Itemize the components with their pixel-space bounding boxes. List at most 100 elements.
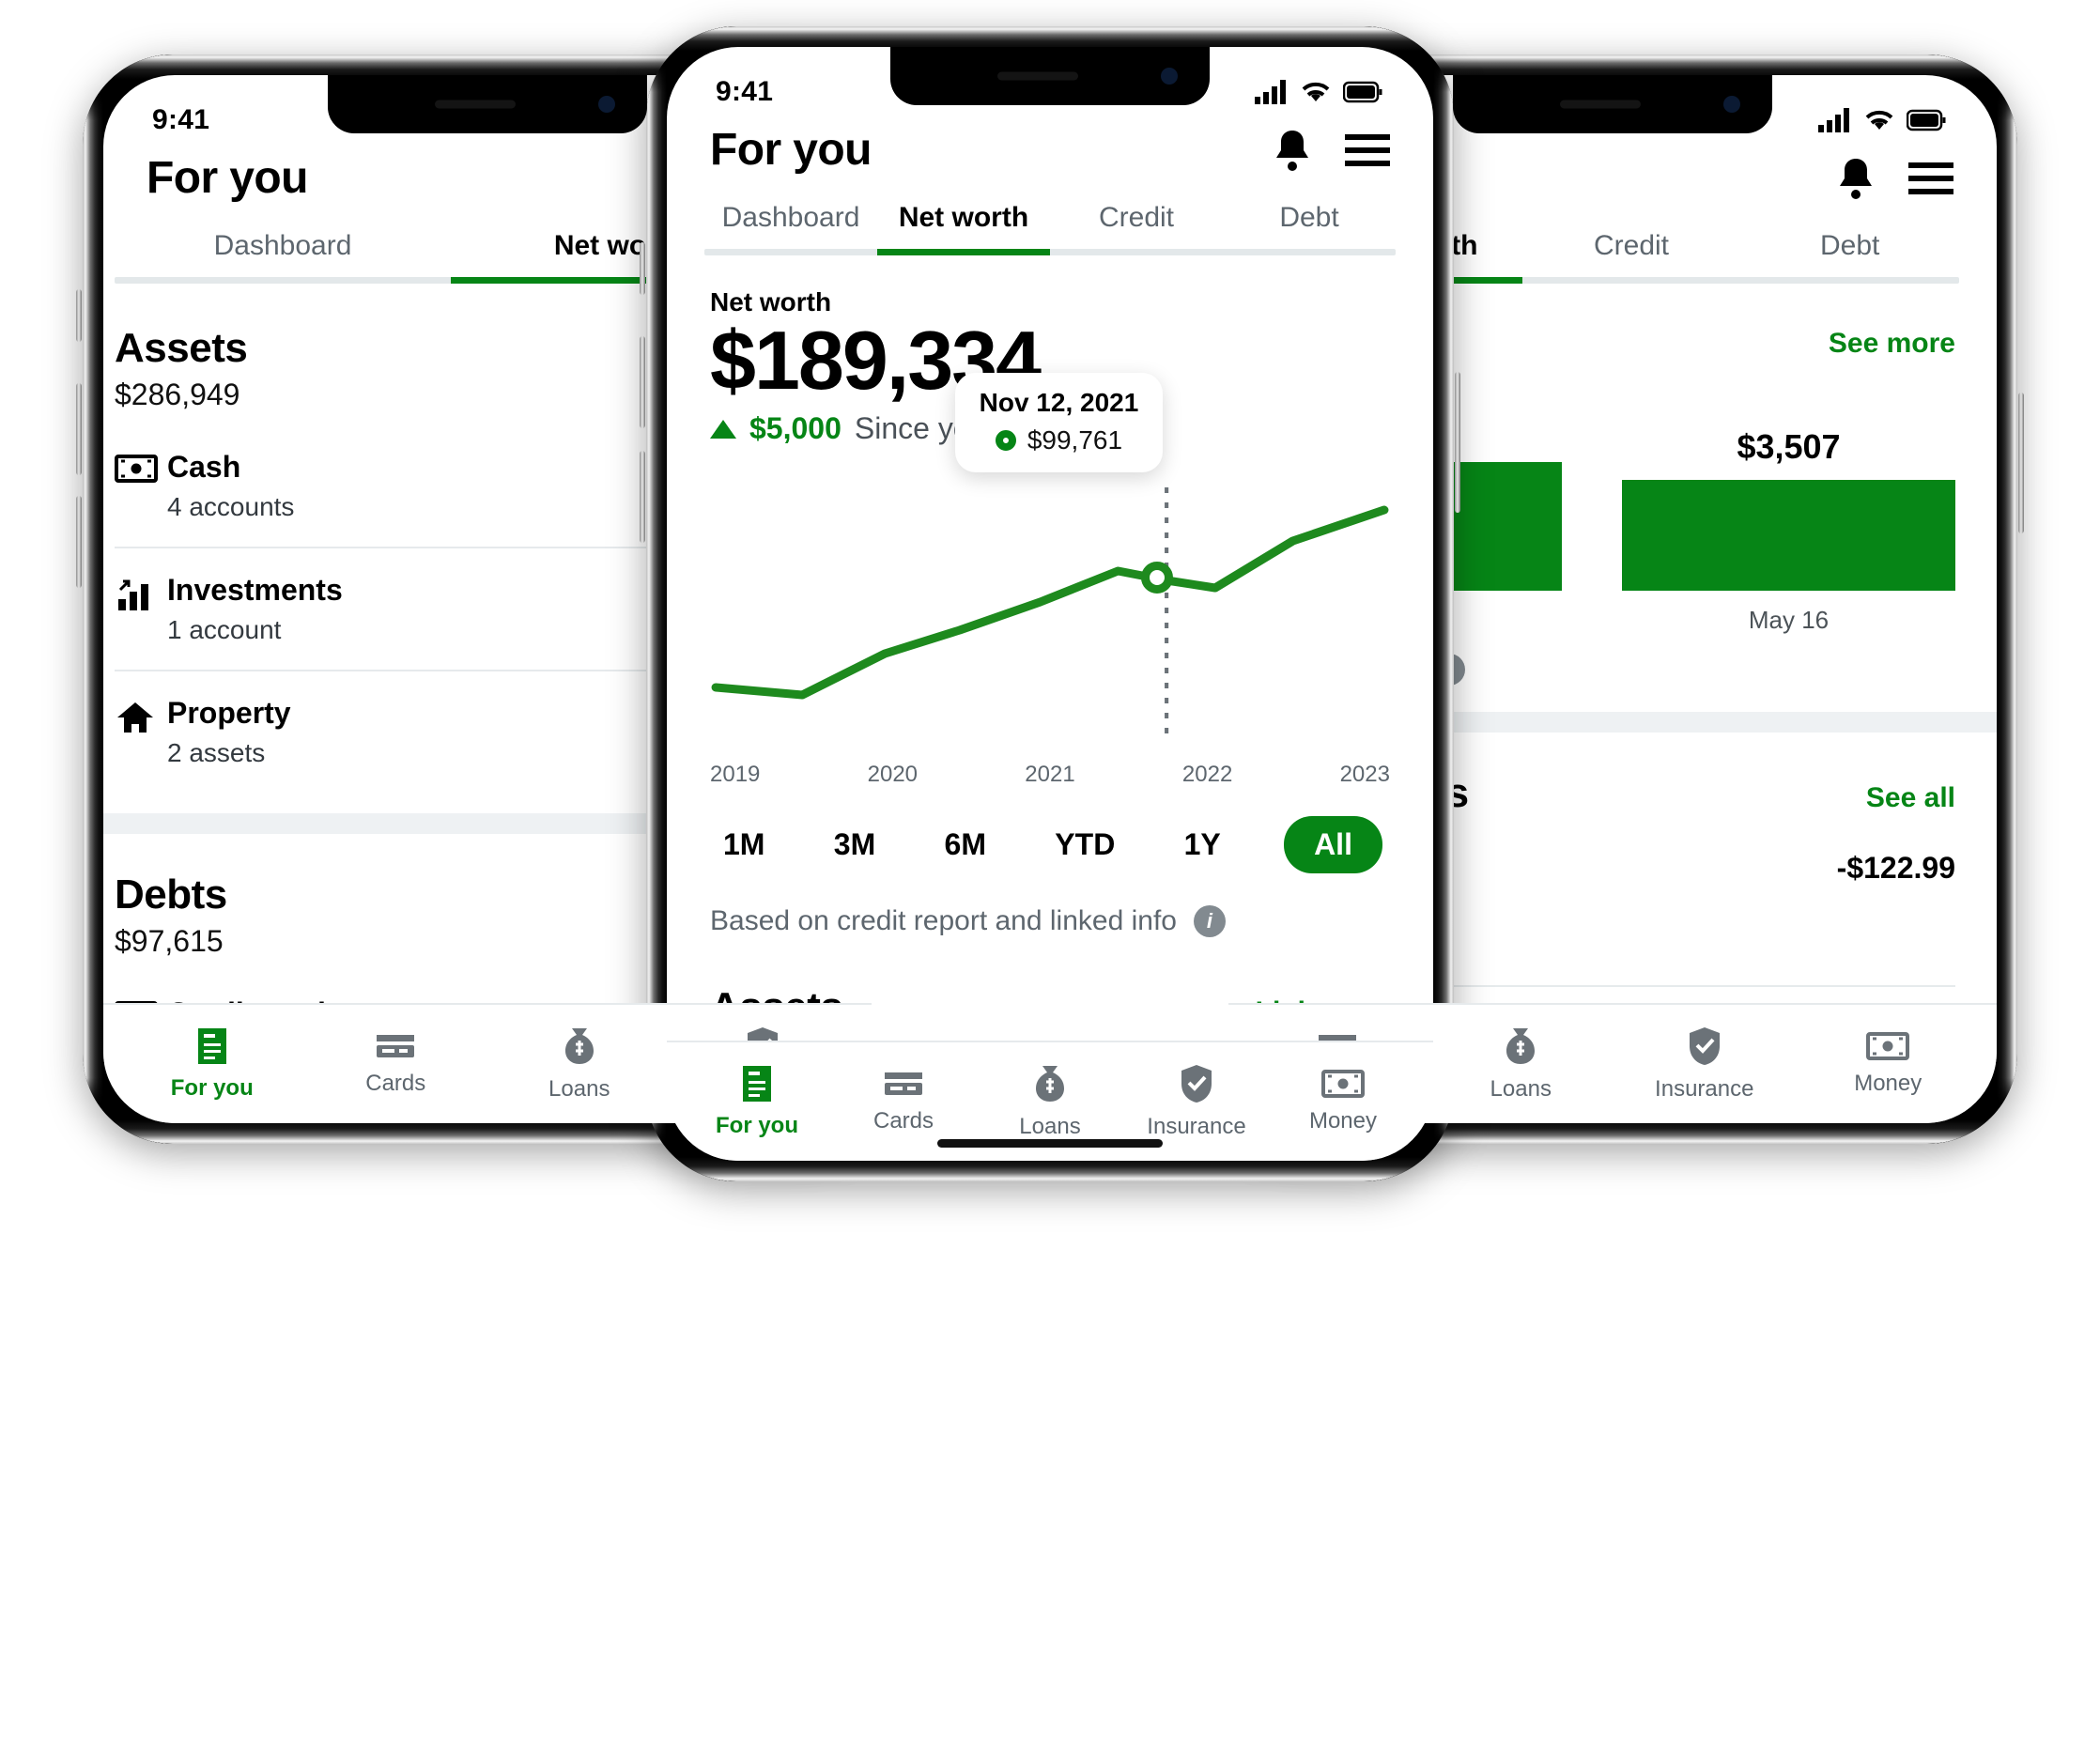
info-icon[interactable]: i xyxy=(1193,905,1226,938)
notch xyxy=(1453,75,1772,133)
credit-card-icon xyxy=(377,1035,415,1057)
nav-label: Money xyxy=(1854,1071,1922,1096)
tab-bar: Dashboard Net worth Credit Debt xyxy=(667,176,1433,249)
page-title: For you xyxy=(710,125,872,175)
nav-insurance[interactable]: Insurance xyxy=(1613,1026,1797,1103)
tab-credit[interactable]: Credit xyxy=(1522,230,1741,277)
bar-label: May 16 xyxy=(1748,606,1830,634)
net-worth-line-chart[interactable]: Nov 12, 2021 $99,761 xyxy=(710,373,1390,752)
front-camera xyxy=(598,96,615,113)
chart-footnote: Based on credit report and linked info i xyxy=(710,873,1390,938)
status-icons xyxy=(1255,80,1384,104)
bar-value: $3,507 xyxy=(1737,427,1841,466)
tab-rail-net-worth xyxy=(877,249,1050,255)
cash-icon xyxy=(1321,1070,1365,1098)
range-selector: 1M 3M 6M YTD 1Y All xyxy=(710,788,1390,874)
status-clock: 9:41 xyxy=(716,76,774,107)
nav-label: For you xyxy=(716,1113,798,1138)
earpiece-speaker xyxy=(1560,100,1641,109)
tooltip-value: $99,761 xyxy=(1027,425,1123,455)
wifi-icon xyxy=(1302,82,1330,101)
header-icons xyxy=(1835,156,1953,201)
shield-check-icon xyxy=(1181,1065,1212,1103)
x-tick: 2022 xyxy=(1181,762,1233,788)
chart-footnote-text: Based on credit report and linked info xyxy=(710,905,1177,937)
bell-icon[interactable] xyxy=(1272,128,1313,173)
tab-net-worth[interactable]: Net worth xyxy=(877,202,1050,249)
tab-rail-credit xyxy=(1050,249,1223,255)
see-all-link[interactable]: See all xyxy=(1866,782,1955,814)
nav-insurance[interactable]: Insurance xyxy=(1123,1063,1270,1140)
volume-up-button xyxy=(640,336,645,428)
wifi-icon xyxy=(1865,110,1893,130)
bar-column-may[interactable]: $3,507 May 16 xyxy=(1622,409,1955,635)
see-more-link[interactable]: See more xyxy=(1829,328,1955,360)
range-1y[interactable]: 1Y xyxy=(1179,818,1227,872)
front-camera xyxy=(1161,68,1178,85)
x-tick: 2019 xyxy=(710,762,761,788)
battery-icon xyxy=(1343,81,1382,103)
bell-icon[interactable] xyxy=(1835,156,1876,201)
delta-amount: $5,000 xyxy=(749,411,842,446)
nav-loans[interactable]: Loans xyxy=(487,1026,672,1103)
tooltip-marker-icon xyxy=(995,430,1016,452)
notch xyxy=(890,47,1210,105)
nav-label: Cards xyxy=(872,1108,934,1134)
nav-label: Insurance xyxy=(1147,1114,1246,1139)
status-icons xyxy=(1818,108,1948,132)
x-tick: 2023 xyxy=(1339,762,1390,788)
nav-for-you[interactable]: For you xyxy=(120,1026,304,1102)
tab-rail-debt xyxy=(1740,277,1959,284)
document-icon xyxy=(743,1066,771,1102)
mute-switch xyxy=(76,289,82,342)
tab-debt[interactable]: Debt xyxy=(1223,202,1396,249)
transaction-amount-wrap: -$122.99 xyxy=(1837,851,1955,886)
money-bag-icon xyxy=(1036,1066,1064,1102)
tab-debt[interactable]: Debt xyxy=(1740,230,1959,277)
earpiece-speaker xyxy=(435,100,516,109)
tab-rail-credit xyxy=(1522,277,1741,284)
range-all[interactable]: All xyxy=(1284,816,1382,874)
tab-dashboard[interactable]: Dashboard xyxy=(115,230,451,277)
header-icons xyxy=(1272,128,1390,173)
hamburger-menu-icon[interactable] xyxy=(1908,161,1953,196)
volume-up-button xyxy=(76,383,82,475)
power-button xyxy=(2018,393,2024,533)
cash-icon xyxy=(1866,1032,1910,1060)
cash-icon xyxy=(115,450,167,484)
tab-rail-dashboard xyxy=(704,249,877,255)
tab-rail-debt xyxy=(1223,249,1396,255)
tab-indicator-rail xyxy=(704,249,1396,255)
app-header: For you xyxy=(667,109,1433,176)
range-3m[interactable]: 3M xyxy=(828,818,881,872)
chart-selected-point xyxy=(1140,562,1173,594)
tab-credit[interactable]: Credit xyxy=(1050,202,1223,249)
nav-cards[interactable]: Cards xyxy=(830,1069,977,1134)
nav-money[interactable]: Money xyxy=(1797,1031,1981,1097)
document-icon xyxy=(197,1028,226,1064)
nav-for-you[interactable]: For you xyxy=(684,1064,830,1139)
nav-label: Loans xyxy=(548,1076,610,1102)
battery-icon xyxy=(1907,109,1946,131)
nav-loans[interactable]: Loans xyxy=(977,1063,1123,1140)
nav-loans[interactable]: Loans xyxy=(1429,1026,1614,1103)
notch xyxy=(328,75,647,133)
tab-dashboard[interactable]: Dashboard xyxy=(704,202,877,249)
x-tick: 2020 xyxy=(867,762,919,788)
nav-label: Money xyxy=(1308,1108,1378,1134)
volume-down-button xyxy=(76,496,82,588)
money-bag-icon xyxy=(564,1028,594,1064)
range-ytd[interactable]: YTD xyxy=(1049,818,1120,872)
chart-x-axis: 2019 2020 2021 2022 2023 xyxy=(710,752,1390,788)
screenshot-stage: 9:41 For you Dashboard Net worth C Asset… xyxy=(0,0,2100,1743)
range-6m[interactable]: 6M xyxy=(939,818,992,872)
shield-check-icon xyxy=(1689,1027,1720,1065)
nav-cards[interactable]: Cards xyxy=(304,1031,488,1097)
front-camera xyxy=(1723,96,1740,113)
nav-label: For you xyxy=(170,1075,254,1101)
hamburger-menu-icon[interactable] xyxy=(1345,132,1390,168)
money-bag-icon xyxy=(1506,1028,1536,1064)
nav-money[interactable]: Money xyxy=(1270,1069,1416,1134)
cellular-signal-icon xyxy=(1818,108,1849,132)
range-1m[interactable]: 1M xyxy=(718,818,770,872)
